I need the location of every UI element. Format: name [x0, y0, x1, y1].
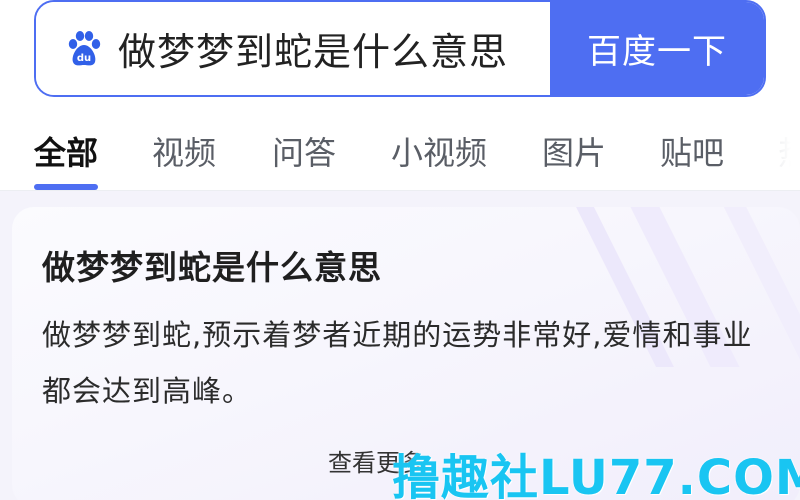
search-input[interactable]: du 做梦梦到蛇是什么意思: [36, 2, 550, 95]
baidu-paw-icon: du: [68, 30, 101, 65]
tab-all[interactable]: 全部: [34, 128, 98, 174]
tab-tieba[interactable]: 贴吧: [660, 128, 724, 174]
tab-qa[interactable]: 问答: [272, 128, 336, 174]
answer-body: 做梦梦到蛇,预示着梦者近期的运势非常好,爱情和事业都会达到高峰。: [42, 318, 753, 408]
tab-video[interactable]: 视频: [152, 128, 216, 174]
search-query-text: 做梦梦到蛇是什么意思: [118, 30, 509, 74]
tab-short-video[interactable]: 小视频: [391, 128, 487, 174]
search-tabs: 全部 视频 问答 小视频 图片 贴吧 热: [0, 110, 800, 190]
site-watermark: 撸趣社LU77.COM: [392, 450, 800, 500]
search-button[interactable]: 百度一下: [550, 2, 764, 95]
answer-title: 做梦梦到蛇是什么意思: [42, 248, 382, 287]
search-bar: du 做梦梦到蛇是什么意思 百度一下: [34, 0, 766, 97]
tab-images[interactable]: 图片: [542, 128, 606, 174]
baidu-logo-text: du: [77, 53, 91, 64]
baidu-search-page: du 做梦梦到蛇是什么意思 百度一下 全部 视频 问答 小视频 图片 贴吧 热 …: [0, 0, 800, 500]
tab-fade-overlay: [740, 110, 800, 190]
